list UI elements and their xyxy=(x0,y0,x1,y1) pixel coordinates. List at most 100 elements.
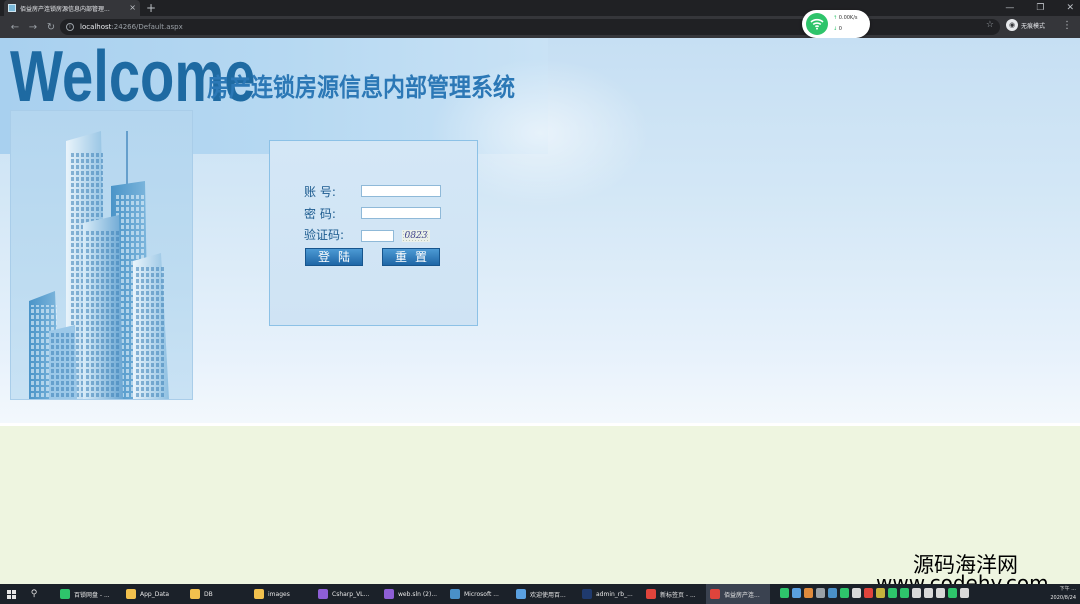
captcha-image[interactable]: 0823 xyxy=(402,230,430,242)
wifi-icon xyxy=(806,13,828,35)
page-title: 房产连锁房源信息内部管理系统 xyxy=(207,73,516,102)
tray-app-icon[interactable] xyxy=(828,588,837,598)
taskbar-app[interactable]: DB xyxy=(186,584,250,604)
network-icon[interactable] xyxy=(936,588,945,598)
taskbar-app-label: DB xyxy=(204,590,213,598)
tray-app-icon[interactable] xyxy=(864,588,873,598)
speed-readout: ↑ 0.00K/s ↓ 0 xyxy=(833,13,858,35)
app-icon xyxy=(516,589,526,599)
app-icon xyxy=(646,589,656,599)
close-tab-icon[interactable]: × xyxy=(129,4,136,12)
taskbar-app-label: App_Data xyxy=(140,590,170,598)
captcha-input[interactable] xyxy=(361,230,394,242)
upload-arrow-icon: ↑ xyxy=(833,15,838,21)
info-icon[interactable]: i xyxy=(66,23,74,31)
download-arrow-icon: ↓ xyxy=(833,26,838,32)
taskbar-app[interactable]: Csharp_VL... xyxy=(314,584,380,604)
url-host: localhost xyxy=(80,23,112,31)
url-path: :24266/Default.aspx xyxy=(111,23,183,31)
login-form: 账 号: 密 码: 验证码: 0823 登陆 重置 xyxy=(269,140,478,326)
taskbar-app[interactable]: images xyxy=(250,584,314,604)
taskbar-app-label: images xyxy=(268,590,290,598)
app-icon xyxy=(450,589,460,599)
taskbar-app-label: web.sln (2)... xyxy=(398,590,438,598)
search-icon[interactable]: ⚲ xyxy=(22,589,46,599)
clock[interactable]: 下午 ... 2020/8/24 xyxy=(1050,585,1076,603)
taskbar-app[interactable]: web.sln (2)... xyxy=(380,584,446,604)
toolbar: ← → ↻ i localhost :24266/Default.aspx ☆ xyxy=(0,16,1080,38)
download-speed: 0 xyxy=(838,26,842,32)
reload-icon[interactable]: ↻ xyxy=(42,22,60,33)
taskbar-app-label: 欢迎使用百... xyxy=(530,591,566,599)
login-button[interactable]: 登陆 xyxy=(305,248,363,266)
taskbar-app-label: Microsoft ... xyxy=(464,590,499,598)
account-label: 账 号: xyxy=(304,185,336,199)
network-speed-widget[interactable]: ↑ 0.00K/s ↓ 0 xyxy=(802,10,870,38)
incognito-profile[interactable]: ◉ 无痕模式 xyxy=(1006,19,1045,31)
close-window-button[interactable]: ✕ xyxy=(1066,1,1074,15)
new-tab-button[interactable]: + xyxy=(146,1,156,15)
clock-date: 2020/8/24 xyxy=(1050,595,1076,601)
password-label: 密 码: xyxy=(304,207,336,221)
app-icon xyxy=(384,589,394,599)
wechat-icon[interactable] xyxy=(948,588,957,598)
taskbar-app-label: 佰益房产连... xyxy=(724,591,760,599)
tray-app-icon[interactable] xyxy=(840,588,849,598)
taskbar-app-label: 新标签页 - ... xyxy=(660,591,696,599)
clock-time: 下午 ... xyxy=(1059,586,1076,592)
app-icon xyxy=(318,589,328,599)
upload-speed: 0.00K/s xyxy=(838,15,858,21)
taskbar-app[interactable]: Microsoft ... xyxy=(446,584,512,604)
forward-icon[interactable]: → xyxy=(24,22,42,33)
tray-app-icon[interactable] xyxy=(852,588,861,598)
taskbar: ⚲ 百锁网盘 - ... App_Data DB images Csharp_VL...… xyxy=(0,584,1080,604)
minimize-button[interactable]: — xyxy=(1005,1,1014,15)
tray-app-icon[interactable] xyxy=(912,588,921,598)
app-icon xyxy=(582,589,592,599)
reset-button[interactable]: 重置 xyxy=(382,248,440,266)
tray-app-icon[interactable] xyxy=(876,588,885,598)
tray-wifi-icon[interactable] xyxy=(780,588,789,598)
building-illustration xyxy=(10,110,193,400)
tab-strip: 佰益房产连锁房源信息内部管理... × + — ❐ ✕ xyxy=(0,0,1080,16)
app-icon xyxy=(710,589,720,599)
taskbar-app-label: Csharp_VL... xyxy=(332,590,370,598)
tab-title: 佰益房产连锁房源信息内部管理... xyxy=(20,5,110,13)
profile-label: 无痕模式 xyxy=(1021,22,1046,30)
app-icon xyxy=(126,589,136,599)
tray-app-icon[interactable] xyxy=(888,588,897,598)
page-viewport: Welcome 房产连锁房源信息内部管理系统 账 号: 密 码: 验证码: 08… xyxy=(0,38,1080,584)
app-icon xyxy=(60,589,70,599)
password-input[interactable] xyxy=(361,207,441,219)
tray-app-icon[interactable] xyxy=(804,588,813,598)
divider xyxy=(0,423,1080,426)
account-input[interactable] xyxy=(361,185,441,197)
bookmark-star-icon[interactable]: ☆ xyxy=(986,20,994,30)
taskbar-app[interactable]: 佰益房产连... xyxy=(706,584,770,604)
windows-start-icon[interactable] xyxy=(0,584,22,604)
browser-menu-icon[interactable]: ⋮ xyxy=(1062,20,1072,31)
taskbar-app-label: 百锁网盘 - ... xyxy=(74,591,110,599)
system-tray xyxy=(780,588,969,598)
tray-app-icon[interactable] xyxy=(792,588,801,598)
taskbar-apps: 百锁网盘 - ... App_Data DB images Csharp_VL... we… xyxy=(56,584,770,604)
watermark-url: www.codehy.com xyxy=(876,571,1049,584)
tray-app-icon[interactable] xyxy=(960,588,969,598)
taskbar-app[interactable]: admin_rb_... xyxy=(578,584,642,604)
back-icon[interactable]: ← xyxy=(6,22,24,33)
window-controls: — ❐ ✕ xyxy=(1005,1,1074,15)
taskbar-app[interactable]: 百锁网盘 - ... xyxy=(56,584,122,604)
tray-app-icon[interactable] xyxy=(816,588,825,598)
taskbar-app[interactable]: 欢迎使用百... xyxy=(512,584,578,604)
site-favicon-icon xyxy=(8,4,16,12)
restore-button[interactable]: ❐ xyxy=(1036,1,1044,15)
app-icon xyxy=(254,589,264,599)
taskbar-app[interactable]: 新标签页 - ... xyxy=(642,584,706,604)
taskbar-app-label: admin_rb_... xyxy=(596,590,633,598)
tray-app-icon[interactable] xyxy=(900,588,909,598)
browser-tab[interactable]: 佰益房产连锁房源信息内部管理... × xyxy=(4,0,140,16)
incognito-icon: ◉ xyxy=(1006,19,1018,31)
taskbar-app[interactable]: App_Data xyxy=(122,584,186,604)
volume-icon[interactable] xyxy=(924,588,933,598)
app-icon xyxy=(190,589,200,599)
